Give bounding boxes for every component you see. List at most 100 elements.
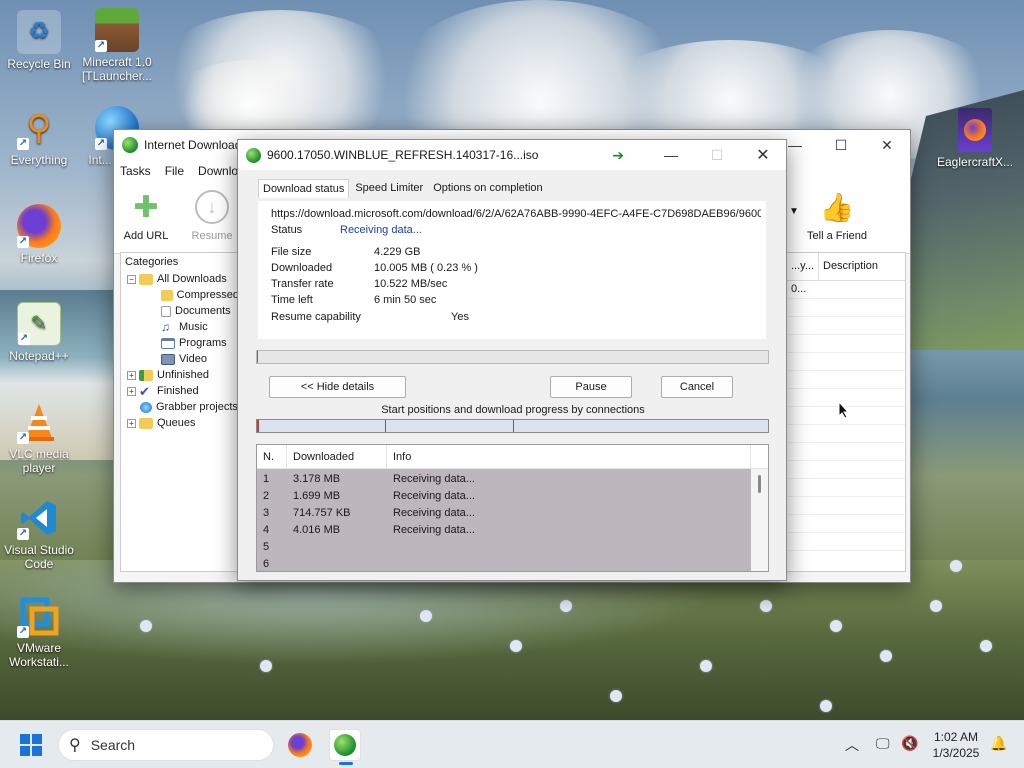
speaker-muted-icon[interactable]: 🔇 xyxy=(901,735,918,752)
dialog-title: 9600.17050.WINBLUE_REFRESH.140317-16...i… xyxy=(267,148,539,162)
table-row[interactable]: 6 xyxy=(257,556,751,571)
expand-toggle[interactable]: + xyxy=(127,386,136,396)
tab-options-on-completion[interactable]: Options on completion xyxy=(429,179,546,198)
shortcut-arrow-icon: ↗ xyxy=(17,236,29,248)
table-row[interactable]: 2 1.699 MB Receiving data... xyxy=(257,488,751,505)
list-item-empty xyxy=(787,317,905,335)
chevron-up-icon[interactable]: ︿ xyxy=(845,735,859,755)
desktop-icon-firefox[interactable]: ↗ Firefox xyxy=(1,204,77,265)
expand-toggle[interactable]: + xyxy=(127,370,136,380)
table-row[interactable]: 1 3.178 MB Receiving data... xyxy=(257,471,751,488)
tree-item-documents[interactable]: Documents xyxy=(121,303,239,319)
downloaded-row: Downloaded 10.005 MB ( 0.23 % ) xyxy=(271,262,478,274)
column-header-n[interactable]: N. xyxy=(257,445,287,468)
clock[interactable]: 1:02 AM 1/3/2025 xyxy=(924,729,988,761)
column-header-info[interactable]: Info xyxy=(387,445,751,468)
tree-item-label: Documents xyxy=(175,305,231,317)
maximize-button[interactable]: ☐ xyxy=(818,130,864,160)
dialog-titlebar[interactable]: 9600.17050.WINBLUE_REFRESH.140317-16...i… xyxy=(238,140,786,170)
column-header-downloaded[interactable]: Downloaded xyxy=(287,445,387,468)
transfer-rate-label: Transfer rate xyxy=(271,278,334,290)
dialog-minimize-button[interactable]: ― xyxy=(648,140,694,170)
download-progress-dialog: 9600.17050.WINBLUE_REFRESH.140317-16...i… xyxy=(237,139,787,581)
cell-downloaded xyxy=(287,556,387,571)
desktop-icon-vmware[interactable]: ↗ VMware Workstati... xyxy=(1,594,77,669)
windows-start-icon[interactable] xyxy=(20,734,42,756)
transfer-rate-value: 10.522 MB/sec xyxy=(374,278,448,290)
column-header-description[interactable]: Description xyxy=(819,253,882,280)
firefox-file-icon xyxy=(958,108,992,152)
list-item[interactable]: 0... xyxy=(787,281,905,299)
shortcut-arrow-icon: ↗ xyxy=(95,138,107,150)
list-item-empty xyxy=(787,353,905,371)
column-header-partial[interactable]: ...y... xyxy=(787,253,819,280)
connection-start-marker xyxy=(257,420,259,432)
list-item-empty xyxy=(787,515,905,533)
desktop-icon-vlc[interactable]: ↗ VLC media player xyxy=(1,400,77,475)
desktop-icon-label: Recycle Bin xyxy=(7,57,71,71)
toolbar-more-arrow-icon[interactable]: ▼ xyxy=(789,206,799,217)
notepad-icon: ✎ ↗ xyxy=(17,302,61,346)
tree-item-grabber-projects[interactable]: Grabber projects xyxy=(121,399,239,415)
desktop-icon-eaglercraft[interactable]: EaglercraftX... xyxy=(937,108,1013,169)
close-button[interactable]: ✕ xyxy=(864,130,910,160)
collapse-toggle[interactable]: − xyxy=(127,274,136,284)
recycle-bin-icon: ♻ xyxy=(17,10,61,54)
cell-n: 1 xyxy=(263,473,270,485)
resume-button[interactable]: ↓ Resume xyxy=(182,190,242,242)
network-icon[interactable]: 🖵 xyxy=(876,735,890,752)
document-icon xyxy=(161,305,171,317)
desktop-icon-everything[interactable]: ⚲ ↗ Everything xyxy=(1,106,77,167)
pause-button[interactable]: Pause xyxy=(550,376,632,398)
search-icon: ⚲ xyxy=(69,737,81,754)
list-item-empty xyxy=(787,371,905,389)
cancel-button[interactable]: Cancel xyxy=(661,376,733,398)
cell-downloaded: 4.016 MB xyxy=(293,524,341,536)
tree-item-label: Video xyxy=(179,353,207,365)
tree-item-finished[interactable]: + ✔ Finished xyxy=(121,383,239,399)
desktop-icon-minecraft[interactable]: ↗ Minecraft 1.0 [TLauncher... xyxy=(79,8,155,83)
desktop-icon-label: Visual Studio Code xyxy=(4,543,74,571)
tree-item-music[interactable]: ♫ Music xyxy=(121,319,239,335)
scrollbar-thumb[interactable] xyxy=(758,475,761,493)
expand-toggle[interactable]: + xyxy=(127,418,136,428)
tree-item-all-downloads[interactable]: − All Downloads xyxy=(121,271,239,287)
hide-details-button[interactable]: << Hide details xyxy=(269,376,406,398)
resume-capability-value: Yes xyxy=(451,311,469,323)
notification-bell-icon[interactable]: 🔔 xyxy=(990,735,1007,752)
categories-pane: Categories − All Downloads Compressed Do… xyxy=(120,252,240,572)
tree-item-unfinished[interactable]: + Unfinished xyxy=(121,367,239,383)
desktop-icon-vscode[interactable]: ↗ Visual Studio Code xyxy=(1,496,77,571)
add-url-button[interactable]: ✚ Add URL xyxy=(116,190,176,243)
clock-time: 1:02 AM xyxy=(933,730,979,744)
table-row[interactable]: 5 xyxy=(257,539,751,556)
download-progress-bar xyxy=(256,350,769,364)
connections-scrollbar[interactable] xyxy=(751,469,768,571)
shortcut-arrow-icon: ↗ xyxy=(17,432,29,444)
tree-item-compressed[interactable]: Compressed xyxy=(121,287,239,303)
tab-download-status[interactable]: Download status xyxy=(258,179,350,198)
menu-tasks[interactable]: Tasks xyxy=(120,164,151,178)
menu-file[interactable]: File xyxy=(165,164,184,178)
table-row[interactable]: 4 4.016 MB Receiving data... xyxy=(257,522,751,539)
table-row[interactable]: 3 714.757 KB Receiving data... xyxy=(257,505,751,522)
taskbar-idm-icon[interactable] xyxy=(329,729,361,765)
taskbar-search[interactable]: ⚲ Search xyxy=(58,729,274,761)
dialog-close-button[interactable]: ✕ xyxy=(740,140,786,170)
tree-item-label: Music xyxy=(179,321,208,333)
time-left-row: Time left 6 min 50 sec xyxy=(271,294,436,306)
tree-item-queues[interactable]: + Queues xyxy=(121,415,239,431)
tree-item-programs[interactable]: Programs xyxy=(121,335,239,351)
tell-a-friend-button[interactable]: 👍 Tell a Friend xyxy=(802,190,872,243)
list-item-empty xyxy=(787,335,905,353)
shortcut-arrow-icon: ↗ xyxy=(17,626,29,638)
desktop-icon-recycle-bin[interactable]: ♻ Recycle Bin xyxy=(1,10,77,71)
taskbar-firefox-icon[interactable] xyxy=(284,729,316,761)
tree-item-video[interactable]: Video xyxy=(121,351,239,367)
file-size-label: File size xyxy=(271,246,312,258)
time-left-value: 6 min 50 sec xyxy=(374,294,437,306)
tab-speed-limiter[interactable]: Speed Limiter xyxy=(351,179,427,198)
cell-n: 2 xyxy=(263,490,270,502)
tree-item-label: Queues xyxy=(157,417,196,429)
desktop-icon-notepadpp[interactable]: ✎ ↗ Notepad++ xyxy=(1,302,77,363)
